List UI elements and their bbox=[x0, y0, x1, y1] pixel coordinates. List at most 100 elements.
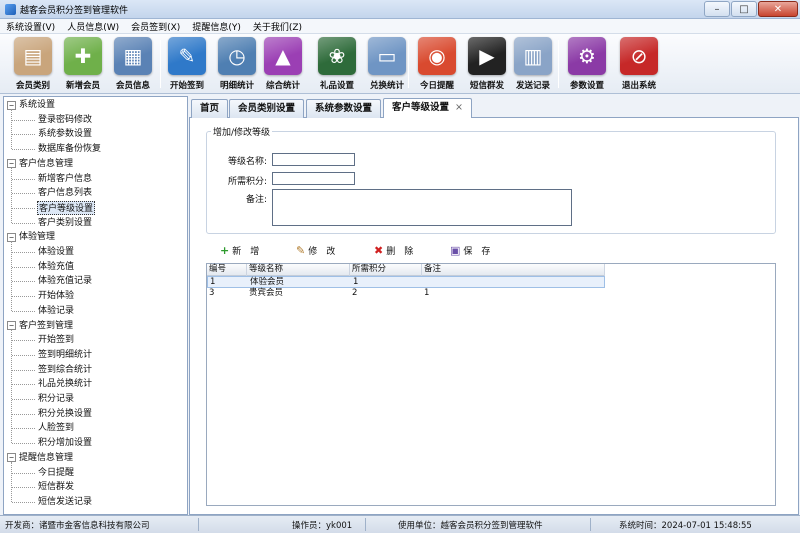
tree-item-selected[interactable]: 客户等级设置 bbox=[37, 200, 96, 215]
add-icon: + bbox=[220, 243, 230, 257]
note-textarea[interactable] bbox=[272, 189, 572, 226]
action-label: 保 存 bbox=[463, 246, 491, 257]
tree-item[interactable]: 短信群发 bbox=[37, 480, 75, 494]
close-button[interactable]: ✕ bbox=[758, 1, 798, 17]
table-row[interactable]: 1 体验会员 1 bbox=[207, 276, 605, 288]
tree-item[interactable]: 积分兑换设置 bbox=[37, 407, 93, 421]
tab-label: 首页 bbox=[200, 103, 220, 114]
tree-item[interactable]: 积分增加设置 bbox=[37, 436, 93, 450]
tree-item[interactable]: 体验充值 bbox=[37, 260, 75, 274]
tree-category[interactable]: − 体验管理 bbox=[7, 230, 55, 244]
toolbar-button-label: 参数设置 bbox=[569, 81, 604, 91]
tree-connector bbox=[12, 487, 35, 489]
tree-category-label: 系统设置 bbox=[19, 100, 56, 110]
toolbar-button-8[interactable]: ◉ 今日提醒 bbox=[412, 36, 462, 92]
tab-3[interactable]: 客户等级设置 × bbox=[383, 98, 472, 118]
tree-item[interactable]: 登录密码修改 bbox=[37, 113, 93, 127]
app-icon bbox=[5, 3, 16, 15]
tree-item[interactable]: 开始体验 bbox=[37, 289, 75, 303]
tree-item[interactable]: 体验设置 bbox=[37, 245, 75, 259]
required-points-input[interactable] bbox=[272, 172, 355, 185]
menu-item-4[interactable]: 关于我们(Z) bbox=[247, 20, 308, 33]
toolbar-button-0[interactable]: ▤ 会员类别 bbox=[8, 36, 58, 92]
tree-category[interactable]: − 提醒信息管理 bbox=[7, 451, 73, 465]
tree-connector bbox=[12, 281, 35, 283]
toolbar-button-10[interactable]: ▥ 发送记录 bbox=[508, 36, 558, 92]
toolbar-button-5[interactable]: ▲ 综合统计 bbox=[258, 36, 308, 92]
action-button-3[interactable]: ▣ 保 存 bbox=[450, 243, 490, 257]
tree-item[interactable]: 短信发送记录 bbox=[37, 495, 93, 509]
folder-exchange-icon: ▭ bbox=[368, 37, 406, 75]
toolbar-button-9[interactable]: ▶ 短信群发 bbox=[462, 36, 512, 92]
status-divider bbox=[590, 518, 591, 531]
toolbar-button-7[interactable]: ▭ 兑换统计 bbox=[362, 36, 412, 92]
toolbar-button-6[interactable]: ❀ 礼品设置 bbox=[312, 36, 362, 92]
tab-0[interactable]: 首页 bbox=[191, 99, 229, 118]
tree-item[interactable]: 签到综合统计 bbox=[37, 363, 93, 377]
tree-item[interactable]: 客户类别设置 bbox=[37, 216, 93, 230]
tree-item[interactable]: 礼品兑换统计 bbox=[37, 377, 93, 391]
tree-item[interactable]: 客户信息列表 bbox=[37, 186, 93, 200]
tree-category[interactable]: − 系统设置 bbox=[7, 98, 55, 112]
menu-item-0[interactable]: 系统设置(V) bbox=[0, 20, 61, 33]
col-note[interactable]: 备注 bbox=[422, 264, 605, 276]
toolbar-button-label: 会员信息 bbox=[115, 81, 150, 91]
tree-connector bbox=[12, 501, 35, 503]
toolbar-button-label: 兑换统计 bbox=[369, 81, 404, 91]
action-button-1[interactable]: ✎ 修 改 bbox=[296, 243, 335, 257]
tree-category[interactable]: − 客户信息管理 bbox=[7, 157, 73, 171]
action-button-0[interactable]: + 新 增 bbox=[220, 243, 259, 257]
menu-item-2[interactable]: 会员签到(X) bbox=[125, 20, 186, 33]
tree-item[interactable]: 今日提醒 bbox=[37, 466, 75, 480]
toolbar-button-1[interactable]: ✚ 新增会员 bbox=[58, 36, 108, 92]
add-member-icon: ✚ bbox=[64, 37, 102, 75]
tree-connector bbox=[12, 472, 35, 474]
cell-required-points: 2 bbox=[352, 288, 358, 298]
maximize-button[interactable]: □ bbox=[731, 1, 757, 17]
toolbar-button-2[interactable]: ▦ 会员信息 bbox=[108, 36, 158, 92]
level-grid[interactable]: 编号 等级名称 所需积分 备注 1 体验会员 1 3 贵宾会员 2 1 bbox=[206, 263, 776, 506]
toolbar-button-label: 发送记录 bbox=[515, 81, 550, 91]
menu-item-3[interactable]: 提醒信息(Y) bbox=[186, 20, 247, 33]
menu-item-1[interactable]: 人员信息(W) bbox=[61, 20, 125, 33]
tab-2[interactable]: 系统参数设置 bbox=[306, 99, 382, 118]
action-button-2[interactable]: ✖ 删 除 bbox=[374, 243, 413, 257]
toolbar-button-3[interactable]: ✎ 开始签到 bbox=[162, 36, 212, 92]
tree-item[interactable]: 数据库备份恢复 bbox=[37, 142, 102, 156]
tree-item[interactable]: 体验记录 bbox=[37, 304, 75, 318]
tree-connector bbox=[11, 461, 12, 502]
toolbar-button-11[interactable]: ⚙ 参数设置 bbox=[562, 36, 612, 92]
status-unit: 使用单位：越客会员积分签到管理软件 bbox=[398, 521, 543, 531]
save-icon: ▣ bbox=[450, 243, 461, 257]
tree-connector bbox=[12, 222, 35, 224]
col-id[interactable]: 编号 bbox=[207, 264, 247, 276]
member-category-icon: ▤ bbox=[14, 37, 52, 75]
level-name-input[interactable] bbox=[272, 153, 355, 166]
tree-connector bbox=[12, 207, 35, 209]
tree-item[interactable]: 积分记录 bbox=[37, 392, 75, 406]
toolbar-button-label: 退出系统 bbox=[621, 81, 656, 91]
tab-close-icon[interactable]: × bbox=[455, 102, 463, 113]
col-level-name[interactable]: 等级名称 bbox=[247, 264, 350, 276]
tree-item[interactable]: 签到明细统计 bbox=[37, 348, 93, 362]
minimize-button[interactable]: – bbox=[704, 1, 730, 17]
tree-category[interactable]: − 客户签到管理 bbox=[7, 319, 73, 333]
tree-item[interactable]: 新增客户信息 bbox=[37, 172, 93, 186]
toolbar-button-label: 短信群发 bbox=[469, 81, 504, 91]
title-bar: 越客会员积分签到管理软件 – □ ✕ bbox=[0, 0, 800, 19]
tree-item[interactable]: 开始签到 bbox=[37, 333, 75, 347]
cell-note: 1 bbox=[424, 288, 430, 298]
action-label: 新 增 bbox=[232, 246, 260, 257]
col-required-points[interactable]: 所需积分 bbox=[350, 264, 422, 276]
tree-item[interactable]: 体验充值记录 bbox=[37, 274, 93, 288]
edit-icon: ✎ bbox=[296, 243, 306, 257]
tree-item[interactable]: 人脸签到 bbox=[37, 421, 75, 435]
tree-item[interactable]: 系统参数设置 bbox=[37, 127, 93, 141]
tab-label: 系统参数设置 bbox=[315, 103, 373, 114]
table-row[interactable]: 3 贵宾会员 2 1 bbox=[207, 288, 605, 300]
toolbar-button-12[interactable]: ⊘ 退出系统 bbox=[614, 36, 664, 92]
tab-1[interactable]: 会员类别设置 bbox=[229, 99, 305, 118]
cell-id: 3 bbox=[209, 288, 215, 298]
toolbar-button-label: 开始签到 bbox=[169, 81, 204, 91]
toolbar-button-4[interactable]: ◷ 明细统计 bbox=[212, 36, 262, 92]
